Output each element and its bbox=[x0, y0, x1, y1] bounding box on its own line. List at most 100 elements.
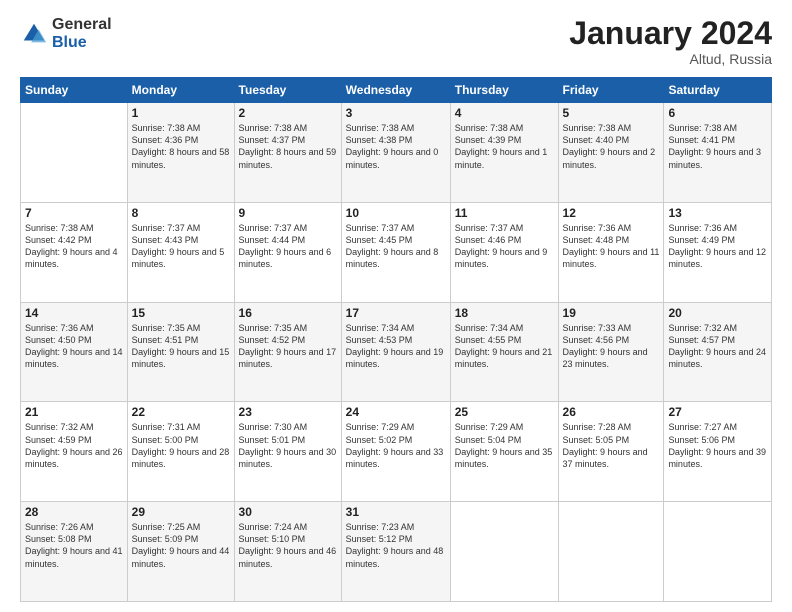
cell-details: Sunrise: 7:29 AMSunset: 5:04 PMDaylight:… bbox=[455, 421, 554, 470]
logo-icon bbox=[20, 20, 48, 48]
calendar-cell: 24 Sunrise: 7:29 AMSunset: 5:02 PMDayligh… bbox=[341, 402, 450, 502]
day-number: 11 bbox=[455, 206, 554, 220]
weekday-header-tuesday: Tuesday bbox=[234, 78, 341, 103]
cell-details: Sunrise: 7:28 AMSunset: 5:05 PMDaylight:… bbox=[563, 421, 660, 470]
calendar-table: SundayMondayTuesdayWednesdayThursdayFrid… bbox=[20, 77, 772, 602]
cell-details: Sunrise: 7:36 AMSunset: 4:49 PMDaylight:… bbox=[668, 222, 767, 271]
cell-details: Sunrise: 7:29 AMSunset: 5:02 PMDaylight:… bbox=[346, 421, 446, 470]
cell-details: Sunrise: 7:37 AMSunset: 4:45 PMDaylight:… bbox=[346, 222, 446, 271]
day-number: 4 bbox=[455, 106, 554, 120]
calendar-cell: 29Sunrise: 7:25 AMSunset: 5:09 PMDayligh… bbox=[127, 502, 234, 602]
day-number: 15 bbox=[132, 306, 230, 320]
cell-details: Sunrise: 7:35 AMSunset: 4:52 PMDaylight:… bbox=[239, 322, 337, 371]
cell-details: Sunrise: 7:30 AMSunset: 5:01 PMDaylight:… bbox=[239, 421, 337, 470]
day-number: 21 bbox=[25, 405, 123, 419]
day-number: 20 bbox=[668, 306, 767, 320]
calendar-cell: 2 Sunrise: 7:38 AMSunset: 4:37 PMDaylight… bbox=[234, 103, 341, 203]
weekday-header-thursday: Thursday bbox=[450, 78, 558, 103]
cell-details: Sunrise: 7:34 AMSunset: 4:53 PMDaylight:… bbox=[346, 322, 446, 371]
day-number: 3 bbox=[346, 106, 446, 120]
day-number: 25 bbox=[455, 405, 554, 419]
day-number: 24 bbox=[346, 405, 446, 419]
day-number: 6 bbox=[668, 106, 767, 120]
calendar-cell: 9 Sunrise: 7:37 AMSunset: 4:44 PMDaylight… bbox=[234, 202, 341, 302]
day-number: 30 bbox=[239, 505, 337, 519]
day-number: 23 bbox=[239, 405, 337, 419]
calendar-cell: 20 Sunrise: 7:32 AMSunset: 4:57 PMDayligh… bbox=[664, 302, 772, 402]
calendar-cell: 17 Sunrise: 7:34 AMSunset: 4:53 PMDayligh… bbox=[341, 302, 450, 402]
logo-blue: Blue bbox=[52, 34, 112, 52]
calendar-cell bbox=[558, 502, 664, 602]
day-number: 27 bbox=[668, 405, 767, 419]
day-number: 9 bbox=[239, 206, 337, 220]
day-number: 22 bbox=[132, 405, 230, 419]
month-title: January 2024 bbox=[569, 16, 772, 51]
day-number: 16 bbox=[239, 306, 337, 320]
calendar-cell: 21 Sunrise: 7:32 AMSunset: 4:59 PMDayligh… bbox=[21, 402, 128, 502]
weekday-header-monday: Monday bbox=[127, 78, 234, 103]
calendar-cell: 7Sunrise: 7:38 AMSunset: 4:42 PMDaylight… bbox=[21, 202, 128, 302]
calendar-cell: 4 Sunrise: 7:38 AMSunset: 4:39 PMDaylight… bbox=[450, 103, 558, 203]
calendar-cell: 31 Sunrise: 7:23 AMSunset: 5:12 PMDayligh… bbox=[341, 502, 450, 602]
title-block: January 2024 Altud, Russia bbox=[569, 16, 772, 67]
cell-details: Sunrise: 7:37 AMSunset: 4:43 PMDaylight:… bbox=[132, 222, 230, 271]
calendar-cell: 8Sunrise: 7:37 AMSunset: 4:43 PMDaylight… bbox=[127, 202, 234, 302]
cell-details: Sunrise: 7:32 AMSunset: 4:57 PMDaylight:… bbox=[668, 322, 767, 371]
logo-text: General Blue bbox=[52, 16, 112, 51]
day-number: 14 bbox=[25, 306, 123, 320]
day-number: 18 bbox=[455, 306, 554, 320]
cell-details: Sunrise: 7:33 AMSunset: 4:56 PMDaylight:… bbox=[563, 322, 660, 371]
cell-details: Sunrise: 7:36 AMSunset: 4:48 PMDaylight:… bbox=[563, 222, 660, 271]
day-number: 19 bbox=[563, 306, 660, 320]
day-number: 31 bbox=[346, 505, 446, 519]
day-number: 5 bbox=[563, 106, 660, 120]
calendar-cell: 23 Sunrise: 7:30 AMSunset: 5:01 PMDayligh… bbox=[234, 402, 341, 502]
cell-details: Sunrise: 7:23 AMSunset: 5:12 PMDaylight:… bbox=[346, 521, 446, 570]
day-number: 2 bbox=[239, 106, 337, 120]
cell-details: Sunrise: 7:24 AMSunset: 5:10 PMDaylight:… bbox=[239, 521, 337, 570]
calendar-cell: 19 Sunrise: 7:33 AMSunset: 4:56 PMDayligh… bbox=[558, 302, 664, 402]
cell-details: Sunrise: 7:36 AMSunset: 4:50 PMDaylight:… bbox=[25, 322, 123, 371]
calendar-cell bbox=[664, 502, 772, 602]
calendar-cell: 15 Sunrise: 7:35 AMSunset: 4:51 PMDayligh… bbox=[127, 302, 234, 402]
day-number: 7 bbox=[25, 206, 123, 220]
calendar-cell: 10 Sunrise: 7:37 AMSunset: 4:45 PMDayligh… bbox=[341, 202, 450, 302]
day-number: 17 bbox=[346, 306, 446, 320]
cell-details: Sunrise: 7:38 AMSunset: 4:39 PMDaylight:… bbox=[455, 122, 554, 171]
calendar-cell: 30 Sunrise: 7:24 AMSunset: 5:10 PMDayligh… bbox=[234, 502, 341, 602]
day-number: 1 bbox=[132, 106, 230, 120]
cell-details: Sunrise: 7:27 AMSunset: 5:06 PMDaylight:… bbox=[668, 421, 767, 470]
day-number: 26 bbox=[563, 405, 660, 419]
calendar-cell: 18 Sunrise: 7:34 AMSunset: 4:55 PMDayligh… bbox=[450, 302, 558, 402]
calendar-cell: 28 Sunrise: 7:26 AMSunset: 5:08 PMDayligh… bbox=[21, 502, 128, 602]
calendar-cell: 11Sunrise: 7:37 AMSunset: 4:46 PMDayligh… bbox=[450, 202, 558, 302]
calendar-cell: 6 Sunrise: 7:38 AMSunset: 4:41 PMDaylight… bbox=[664, 103, 772, 203]
cell-details: Sunrise: 7:38 AMSunset: 4:37 PMDaylight:… bbox=[239, 122, 337, 171]
cell-details: Sunrise: 7:37 AMSunset: 4:44 PMDaylight:… bbox=[239, 222, 337, 271]
day-number: 29 bbox=[132, 505, 230, 519]
weekday-header-sunday: Sunday bbox=[21, 78, 128, 103]
day-number: 28 bbox=[25, 505, 123, 519]
cell-details: Sunrise: 7:34 AMSunset: 4:55 PMDaylight:… bbox=[455, 322, 554, 371]
cell-details: Sunrise: 7:38 AMSunset: 4:40 PMDaylight:… bbox=[563, 122, 660, 171]
cell-details: Sunrise: 7:35 AMSunset: 4:51 PMDaylight:… bbox=[132, 322, 230, 371]
logo: General Blue bbox=[20, 16, 112, 51]
cell-details: Sunrise: 7:38 AMSunset: 4:41 PMDaylight:… bbox=[668, 122, 767, 171]
calendar-cell: 14 Sunrise: 7:36 AMSunset: 4:50 PMDayligh… bbox=[21, 302, 128, 402]
calendar-cell: 3 Sunrise: 7:38 AMSunset: 4:38 PMDaylight… bbox=[341, 103, 450, 203]
calendar-cell: 16 Sunrise: 7:35 AMSunset: 4:52 PMDayligh… bbox=[234, 302, 341, 402]
calendar-cell: 25 Sunrise: 7:29 AMSunset: 5:04 PMDayligh… bbox=[450, 402, 558, 502]
calendar-cell: 1Sunrise: 7:38 AMSunset: 4:36 PMDaylight… bbox=[127, 103, 234, 203]
cell-details: Sunrise: 7:38 AMSunset: 4:38 PMDaylight:… bbox=[346, 122, 446, 171]
cell-details: Sunrise: 7:32 AMSunset: 4:59 PMDaylight:… bbox=[25, 421, 123, 470]
day-number: 12 bbox=[563, 206, 660, 220]
cell-details: Sunrise: 7:26 AMSunset: 5:08 PMDaylight:… bbox=[25, 521, 123, 570]
calendar-cell: 26 Sunrise: 7:28 AMSunset: 5:05 PMDayligh… bbox=[558, 402, 664, 502]
day-number: 10 bbox=[346, 206, 446, 220]
logo-general: General bbox=[52, 16, 112, 34]
weekday-header-wednesday: Wednesday bbox=[341, 78, 450, 103]
weekday-header-friday: Friday bbox=[558, 78, 664, 103]
calendar-cell: 22Sunrise: 7:31 AMSunset: 5:00 PMDayligh… bbox=[127, 402, 234, 502]
location: Altud, Russia bbox=[569, 51, 772, 67]
day-number: 13 bbox=[668, 206, 767, 220]
